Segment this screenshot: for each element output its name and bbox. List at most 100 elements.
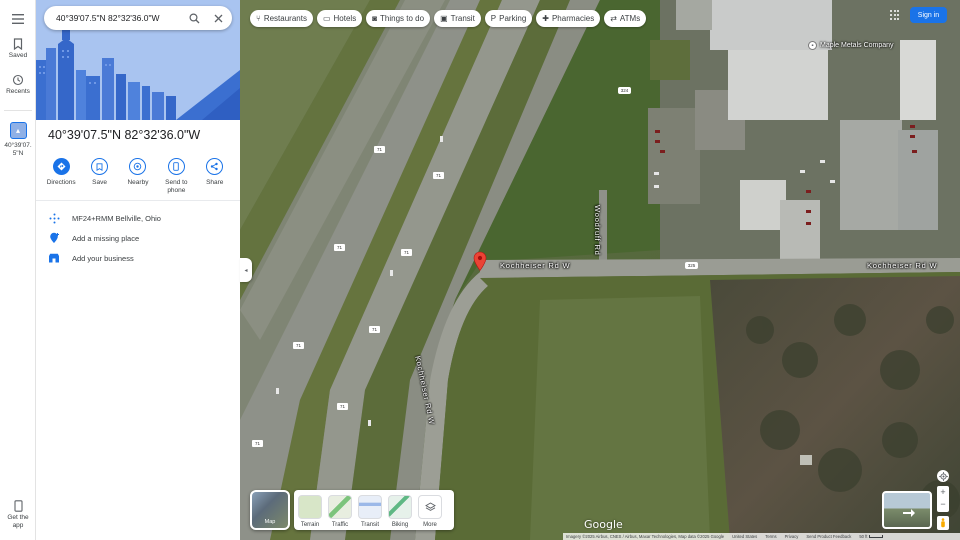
sign-in-button[interactable]: Sign in: [910, 7, 947, 23]
search-box[interactable]: 40°39'07.5"N 82°32'36.0"W: [44, 6, 232, 30]
parking-icon: P: [490, 13, 497, 23]
chip-hotels-label: Hotels: [333, 14, 357, 23]
chip-restaurants[interactable]: ⑂ Restaurants: [250, 10, 313, 27]
zoom-controls: + −: [937, 486, 949, 512]
bookmark-icon: [91, 158, 109, 175]
nearby-button[interactable]: Nearby: [119, 158, 157, 195]
layer-more[interactable]: More: [418, 495, 442, 529]
layer-terrain-label: Terrain: [300, 522, 320, 528]
directions-button[interactable]: Directions: [42, 158, 80, 195]
layer-terrain[interactable]: Terrain: [298, 495, 322, 529]
add-business-row[interactable]: Add your business: [36, 248, 240, 268]
layer-transit[interactable]: Transit: [358, 495, 382, 529]
close-icon: [214, 14, 222, 22]
interstate-shield: 71: [293, 342, 304, 349]
chip-atms-label: ATMs: [619, 14, 641, 23]
footer-link-terms[interactable]: Terms: [765, 534, 776, 539]
map-scale[interactable]: 50 ft: [859, 534, 884, 539]
county-road-shield: 325: [685, 262, 698, 269]
business-marker[interactable]: ▪ Maple Metals Company: [808, 41, 894, 50]
save-label: Save: [92, 179, 107, 186]
send-to-phone-label: Send to phone: [165, 179, 188, 194]
place-actions: Directions Save Nearby Send to phone Sha…: [36, 158, 240, 195]
layer-biking[interactable]: Biking: [388, 495, 412, 529]
layer-transit-label: Transit: [360, 522, 380, 528]
interstate-shield: 71: [252, 440, 263, 447]
biking-icon: [388, 495, 412, 519]
directions-icon: [52, 158, 70, 175]
share-label: Share: [206, 179, 224, 186]
restaurant-icon: ⑂: [256, 13, 261, 23]
road-label-kochheiser-far-east: Kochheiser Rd W: [867, 261, 938, 270]
phone-icon: [167, 158, 185, 175]
nearby-label: Nearby: [127, 179, 149, 186]
scale-label: 50 ft: [859, 534, 868, 539]
street-view-pegman-icon[interactable]: [937, 516, 949, 530]
place-panel: 40°39'07.5"N 82°32'36.0"W 40°39'07.5"N 8…: [36, 0, 240, 540]
search-input[interactable]: 40°39'07.5"N 82°32'36.0"W: [56, 13, 184, 23]
collapse-panel-button[interactable]: ◂: [240, 258, 252, 282]
footer-link-country[interactable]: United States: [732, 534, 757, 539]
my-location-button[interactable]: [937, 470, 949, 482]
zoom-out-button[interactable]: −: [937, 498, 949, 510]
footer-link-privacy[interactable]: Privacy: [785, 534, 799, 539]
rail-recent-place[interactable]: ▴ 40°39'07.5"N: [0, 122, 36, 158]
footer-link-feedback[interactable]: Send Product Feedback: [806, 534, 851, 539]
clear-search-button[interactable]: [208, 8, 228, 28]
location-pin-icon[interactable]: [473, 251, 487, 271]
rail-recents[interactable]: Recents: [0, 74, 36, 96]
rail-recents-label: Recents: [6, 88, 30, 95]
interstate-shield: 71: [334, 244, 345, 251]
street-view-arrow-icon: [903, 509, 915, 517]
category-chips: ⑂ Restaurants ▭ Hotels ◙ Things to do ▣ Tran…: [250, 10, 647, 27]
business-icon: [36, 253, 72, 263]
street-view-thumbnail[interactable]: [882, 491, 932, 529]
plus-code-row[interactable]: MF24+RMM Bellville, Ohio: [36, 208, 240, 228]
add-place-icon: [36, 232, 72, 244]
place-title: 40°39'07.5"N 82°32'36.0"W: [48, 128, 201, 142]
map-footer: Imagery ©2025 Airbus, CNES / Airbus, Max…: [563, 533, 960, 540]
layer-more-label: More: [423, 522, 437, 528]
interstate-shield: 71: [337, 403, 348, 410]
layer-traffic[interactable]: Traffic: [328, 495, 352, 529]
add-missing-place-row[interactable]: Add a missing place: [36, 228, 240, 248]
place-thumbnail-icon: ▴: [9, 122, 27, 139]
get-app-label: Get the app: [7, 514, 29, 529]
chip-transit-label: Transit: [450, 14, 475, 23]
map-canvas[interactable]: [240, 0, 960, 540]
phone-icon: [13, 500, 23, 512]
menu-icon: [12, 14, 24, 24]
scale-bar: [869, 535, 884, 538]
zoom-in-button[interactable]: +: [937, 486, 949, 498]
chip-atms[interactable]: ⇄ ATMs: [604, 10, 647, 27]
chip-parking[interactable]: P Parking: [484, 10, 533, 27]
menu-button[interactable]: [11, 12, 25, 24]
search-button[interactable]: [184, 8, 204, 28]
road-label-woodruff: Woodruff Rd: [593, 205, 602, 256]
send-to-phone-button[interactable]: Send to phone: [157, 158, 195, 195]
chip-transit[interactable]: ▣ Transit: [434, 10, 481, 27]
crosshair-icon: [938, 471, 948, 481]
chip-restaurants-label: Restaurants: [263, 14, 307, 23]
get-app-button[interactable]: Get the app: [0, 500, 36, 530]
chip-pharmacies[interactable]: ✚ Pharmacies: [536, 10, 601, 27]
google-logo: Google: [584, 518, 623, 531]
chevron-left-icon: ◂: [244, 267, 248, 274]
save-button[interactable]: Save: [81, 158, 119, 195]
chip-hotels[interactable]: ▭ Hotels: [316, 10, 363, 27]
layers-stack-icon: [418, 495, 442, 519]
layers-toggle-button[interactable]: Map: [250, 490, 290, 530]
rail-recent-place-label: 40°39'07.5"N: [4, 142, 32, 157]
rail-divider: [4, 110, 32, 111]
rail-saved[interactable]: Saved: [0, 38, 36, 60]
layer-biking-label: Biking: [391, 522, 409, 528]
google-apps-icon[interactable]: [890, 10, 900, 20]
share-button[interactable]: Share: [196, 158, 234, 195]
share-icon: [206, 158, 224, 175]
chip-pharmacies-label: Pharmacies: [551, 14, 595, 23]
directions-label: Directions: [46, 179, 76, 186]
traffic-icon: [328, 495, 352, 519]
chip-parking-label: Parking: [499, 14, 527, 23]
chip-things-to-do[interactable]: ◙ Things to do: [366, 10, 431, 27]
satellite-imagery: [240, 0, 960, 540]
